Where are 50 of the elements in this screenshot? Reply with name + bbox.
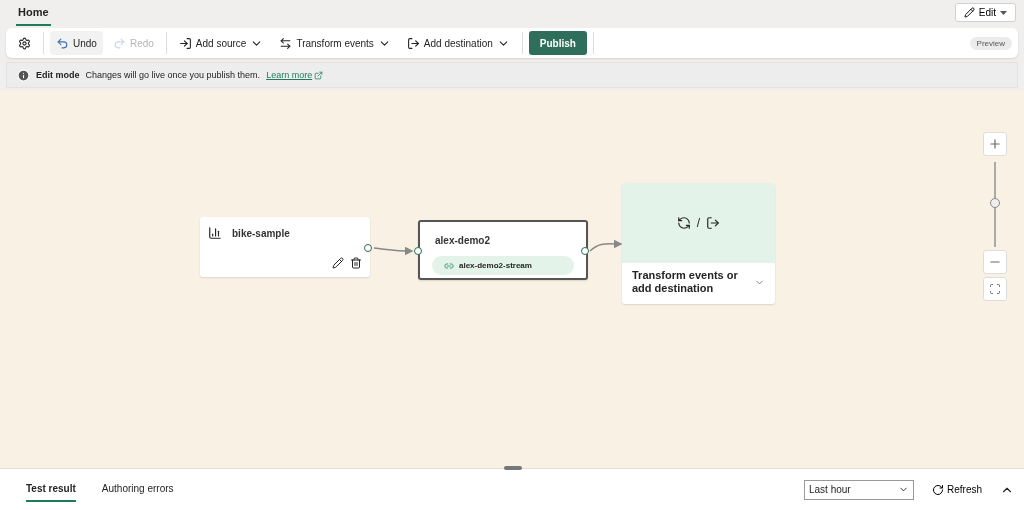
- stream-chip: alex-demo2-stream: [432, 256, 574, 275]
- menu-button[interactable]: Add source: [172, 31, 270, 55]
- connector-arrow: [373, 246, 414, 256]
- node-title: bike-sample: [232, 227, 290, 239]
- port-handle[interactable]: [414, 247, 422, 255]
- import-icon: [178, 36, 192, 50]
- panel-tab[interactable]: Authoring errors: [101, 477, 174, 502]
- info-message: Changes will go live once you publish them.: [85, 70, 261, 80]
- separator-text: /: [696, 216, 701, 230]
- port-handle[interactable]: [581, 247, 589, 255]
- fit-view-button[interactable]: [983, 277, 1007, 301]
- learn-more-link[interactable]: Learn more: [266, 70, 324, 80]
- plus-icon: [988, 137, 1002, 151]
- edit-button[interactable]: Edit: [954, 3, 1016, 22]
- caret-icon: [1000, 10, 1007, 15]
- transform-icon: [676, 216, 691, 230]
- menu-button[interactable]: Add destination: [400, 31, 516, 55]
- refresh-button[interactable]: Refresh: [926, 482, 988, 497]
- node-title: alex-demo2: [435, 235, 491, 246]
- resize-handle[interactable]: [504, 466, 522, 470]
- chart-icon: [208, 226, 222, 240]
- edit-icon[interactable]: [332, 257, 344, 269]
- pencil-icon: [963, 7, 975, 18]
- export-icon: [706, 216, 721, 230]
- zoom-slider-thumb[interactable]: [990, 197, 1000, 208]
- connector-arrow: [589, 239, 623, 252]
- panel-tab[interactable]: Test result: [26, 477, 76, 502]
- menu-button[interactable]: Transform events: [273, 31, 397, 55]
- source-node[interactable]: bike-sample: [200, 217, 370, 277]
- time-range-select[interactable]: Last hour: [804, 479, 914, 500]
- undo-icon: [56, 36, 69, 50]
- mode-title: Edit mode: [36, 70, 80, 80]
- port-handle[interactable]: [364, 244, 372, 252]
- stream-node[interactable]: alex-demo2 alex-demo2-stream: [418, 220, 588, 280]
- export-icon: [406, 36, 420, 50]
- home-tab[interactable]: Home: [16, 2, 51, 26]
- destination-node[interactable]: / Transform events or add destination: [622, 183, 775, 304]
- refresh-icon: [932, 483, 944, 496]
- settings-icon: [18, 36, 31, 50]
- info-icon: [17, 68, 30, 82]
- preview-badge: Preview: [969, 36, 1012, 50]
- redo-icon: [112, 36, 126, 50]
- fit-icon: [989, 283, 1001, 295]
- undo-button[interactable]: Undo: [50, 31, 103, 55]
- link-icon: [444, 260, 454, 271]
- transform-icon: [279, 36, 293, 50]
- node-title: Transform events or add destination: [632, 269, 739, 295]
- publish-button[interactable]: Publish: [528, 31, 587, 55]
- external-link-icon: [314, 70, 324, 80]
- delete-icon[interactable]: [350, 257, 362, 269]
